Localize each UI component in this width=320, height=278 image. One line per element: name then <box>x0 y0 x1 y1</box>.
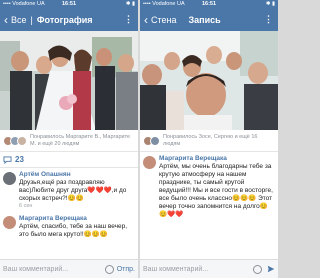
status-bar: •••• Vodafone UA 16:51 ✱ ▮ <box>140 0 278 8</box>
avatar[interactable] <box>143 156 156 169</box>
status-time: 16:51 <box>201 1 217 7</box>
comment-text: Артём, мы очень благодарны тебе за круту… <box>159 163 273 218</box>
comment-date: 6 сен <box>19 203 33 209</box>
selfie-photo-image <box>140 31 278 130</box>
battery-indicator: ✱ ▮ <box>265 1 276 7</box>
emoji-icon[interactable] <box>253 264 262 274</box>
wedding-photo-image <box>0 31 138 130</box>
nav-bar: ‹ Все | Фотография ⋮ <box>0 8 138 31</box>
more-icon[interactable]: ⋮ <box>264 14 274 25</box>
more-icon[interactable]: ⋮ <box>124 14 134 25</box>
send-icon[interactable] <box>267 265 275 273</box>
right-screen: •••• Vodafone UA 16:51 ✱ ▮ ‹ Стена Запис… <box>140 0 278 278</box>
avatar <box>150 135 160 146</box>
status-bar: •••• Vodafone UA 16:51 ✱ ▮ <box>0 0 138 8</box>
comment-input[interactable]: Ваш комментарий... <box>143 266 253 273</box>
likes-row[interactable]: Понравилось Маргарите В., Маргарите М. и… <box>0 130 138 152</box>
status-time: 16:51 <box>61 1 77 7</box>
battery-indicator: ✱ ▮ <box>125 1 136 7</box>
liker-avatars <box>143 135 160 146</box>
comment-author[interactable]: Артём Опашнян <box>19 171 135 179</box>
comment-item[interactable]: Артём Опашнян Друзья,ещё раз поздравляю … <box>0 168 138 212</box>
comment-input[interactable]: Ваш комментарий... <box>3 266 105 273</box>
comment-count: 23 <box>15 155 24 164</box>
nav-section-title: Фотография <box>36 14 93 25</box>
carrier-label: •••• Vodafone UA <box>143 1 185 7</box>
likes-text: Понравилось Маргарите В., Маргарите М. и… <box>30 133 131 147</box>
post-photo[interactable] <box>140 31 278 130</box>
nav-back-title[interactable]: Все <box>11 15 27 25</box>
carrier-label: •••• Vodafone UA <box>3 1 45 7</box>
nav-section-title: Запись <box>188 14 221 25</box>
nav-separator: | <box>30 14 33 25</box>
left-screen: •••• Vodafone UA 16:51 ✱ ▮ ‹ Все | Фотог… <box>0 0 138 278</box>
comment-author[interactable]: Маргарита Верещака <box>19 215 135 223</box>
comment-item[interactable]: Маргарита Верещака Артём, спасибо, тебе … <box>0 212 138 241</box>
likes-row[interactable]: Понравилось Зосе, Сергею и ещё 16 людям <box>140 130 278 152</box>
avatar <box>17 135 27 146</box>
comment-text: Друзья,ещё раз поздравляю вас)Любите дру… <box>19 179 127 202</box>
emoji-icon[interactable] <box>104 264 114 274</box>
liker-avatars <box>3 135 27 146</box>
post-photo[interactable] <box>0 31 138 130</box>
likes-text: Понравилось Зосе, Сергею и ещё 16 людям <box>163 133 258 147</box>
comment-author[interactable]: Маргарита Верещака <box>159 155 275 163</box>
nav-back-title[interactable]: Стена <box>151 15 177 25</box>
back-chevron-icon[interactable]: ‹ <box>144 14 148 26</box>
comment-icon[interactable] <box>3 155 12 164</box>
comment-text: Артём, спасибо, тебе за наш вечер, это б… <box>19 223 128 238</box>
comment-input-bar: Ваш комментарий... <box>140 259 278 278</box>
comment-input-bar: Ваш комментарий... Отпр. <box>0 259 138 278</box>
avatar[interactable] <box>3 216 16 229</box>
avatar[interactable] <box>3 172 16 185</box>
comment-item[interactable]: Маргарита Верещака Артём, мы очень благо… <box>140 152 278 221</box>
send-button[interactable]: Отпр. <box>117 266 135 273</box>
post-actions: 23 <box>0 152 138 168</box>
back-chevron-icon[interactable]: ‹ <box>4 14 8 26</box>
nav-bar: ‹ Стена Запись ⋮ <box>140 8 278 31</box>
